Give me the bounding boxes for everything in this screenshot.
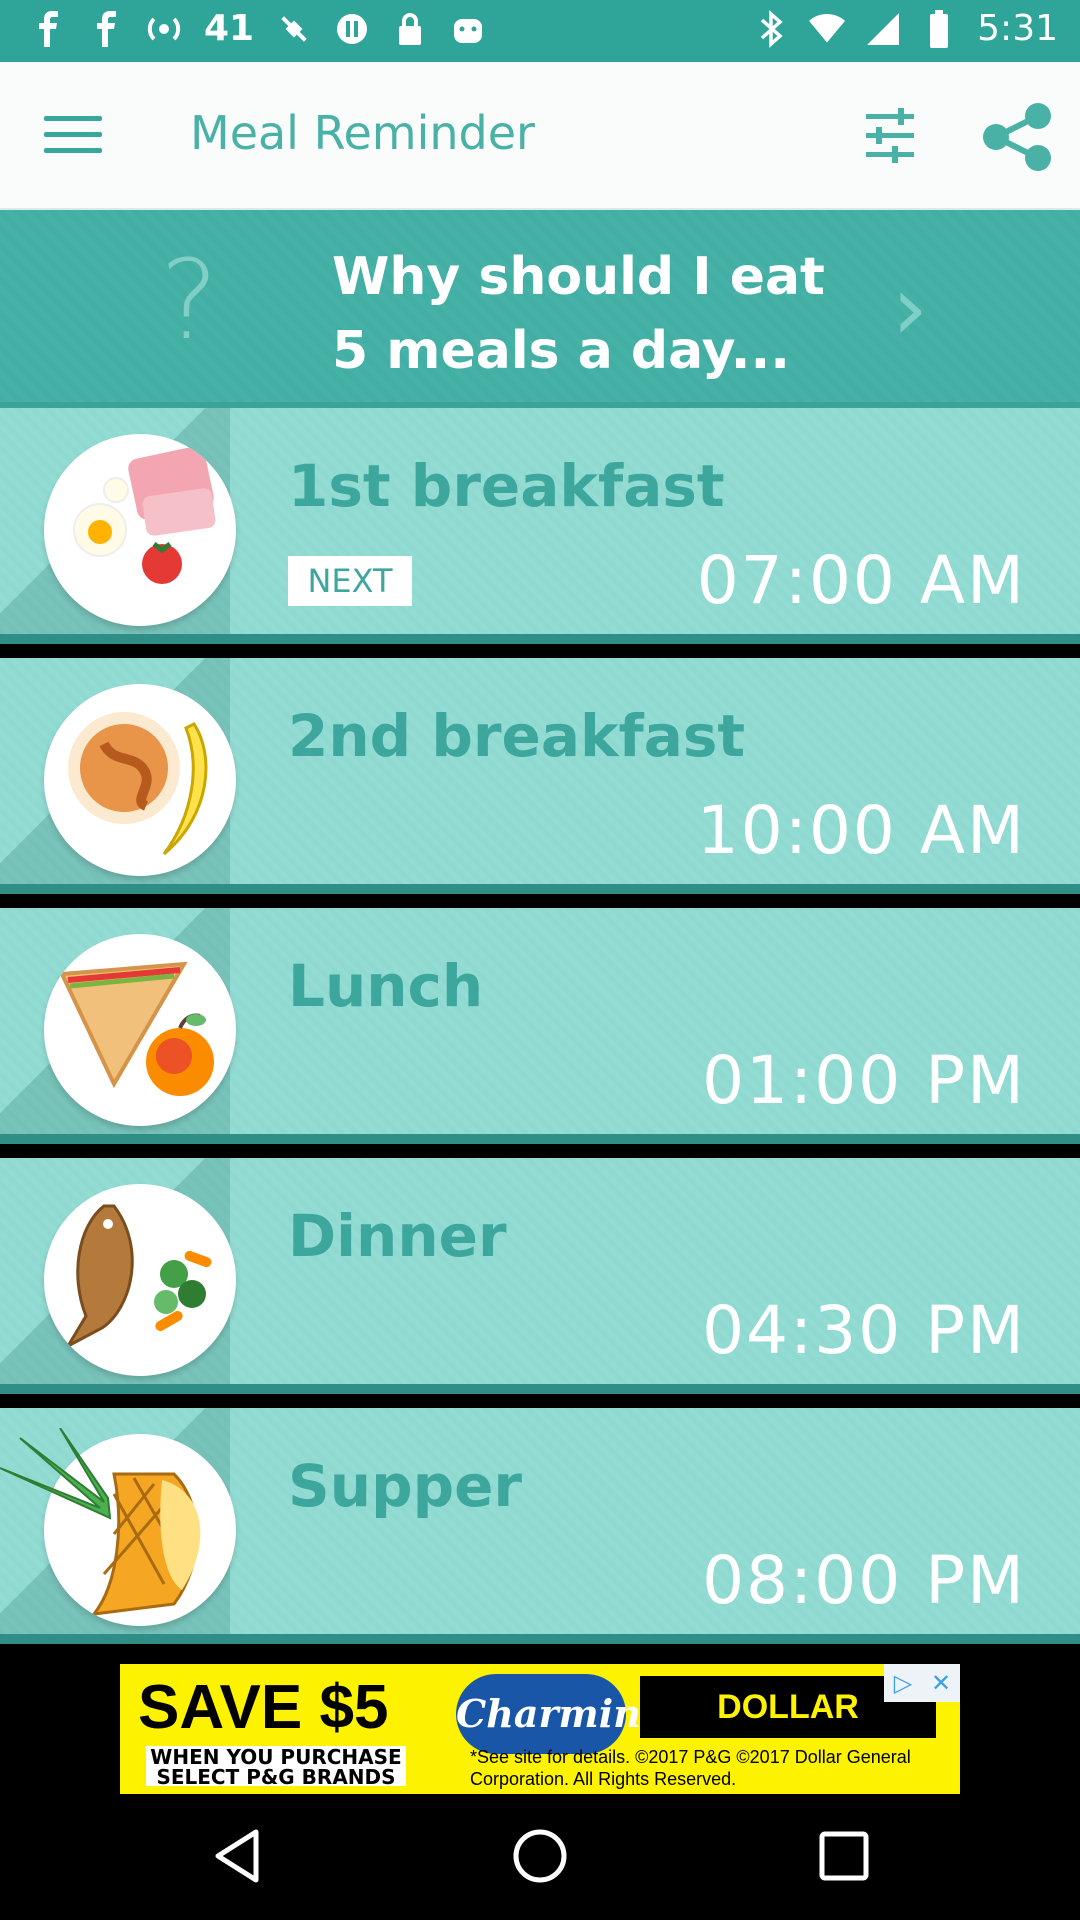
- clock: 5:31: [977, 8, 1058, 49]
- bluetooth-icon: [753, 9, 789, 49]
- chevron-right-icon: ›: [892, 256, 928, 361]
- meal-time[interactable]: 07:00 AM: [697, 542, 1026, 619]
- back-icon[interactable]: [210, 1826, 270, 1886]
- battery-icon: [921, 9, 957, 49]
- meal-time[interactable]: 04:30 PM: [702, 1292, 1026, 1369]
- ad-brand-logo: Charmin: [456, 1674, 641, 1754]
- meal-row-lunch[interactable]: Lunch 01:00 PM: [0, 908, 1080, 1144]
- meal-name: 1st breakfast: [288, 452, 725, 520]
- ad-controls: ▷ ✕: [884, 1664, 960, 1702]
- fish-plate-icon: [44, 1184, 236, 1376]
- ad-fine-print: *See site for details. ©2017 P&G ©2017 D…: [470, 1747, 911, 1789]
- ad-choices-icon[interactable]: ▷: [884, 1664, 922, 1702]
- ad-banner[interactable]: SAVE $5 WHEN YOU PURCHASE SELECT P&G BRA…: [120, 1664, 960, 1794]
- meal-time[interactable]: 10:00 AM: [697, 792, 1026, 869]
- meal-name: Lunch: [288, 952, 484, 1020]
- home-icon[interactable]: [510, 1826, 570, 1886]
- breakfast-plate-icon: [44, 434, 236, 626]
- app-bar: Meal Reminder: [0, 62, 1080, 210]
- meal-time[interactable]: 01:00 PM: [702, 1042, 1026, 1119]
- meal-time[interactable]: 08:00 PM: [702, 1542, 1026, 1619]
- fake-gps-icon: [276, 9, 312, 49]
- meal-row-dinner[interactable]: Dinner 04:30 PM: [0, 1158, 1080, 1394]
- sandwich-plate-icon: [44, 934, 236, 1126]
- meal-row-1st-breakfast[interactable]: 1st breakfast NEXT 07:00 AM: [0, 408, 1080, 644]
- pineapple-leaves-icon: [0, 1428, 112, 1520]
- radio-icon: [146, 9, 182, 49]
- page-title: Meal Reminder: [190, 106, 535, 160]
- menu-icon[interactable]: [44, 116, 102, 156]
- settings-sliders-icon[interactable]: [862, 108, 918, 164]
- next-badge: NEXT: [288, 556, 412, 606]
- recents-icon[interactable]: [814, 1826, 874, 1886]
- system-nav-bar: [0, 1794, 1080, 1920]
- status-bar: 41 5:31: [0, 0, 1080, 62]
- android-icon: [450, 9, 486, 49]
- meal-name: 2nd breakfast: [288, 702, 746, 770]
- ad-headline: SAVE $5: [138, 1673, 389, 1742]
- ad-subline: WHEN YOU PURCHASE SELECT P&G BRANDS: [146, 1746, 406, 1787]
- facebook-icon: [30, 9, 66, 49]
- meal-row-2nd-breakfast[interactable]: 2nd breakfast 10:00 AM: [0, 658, 1080, 894]
- tip-text: Why should I eat 5 meals a day...: [332, 247, 825, 381]
- wifi-icon: [809, 9, 846, 49]
- lock-icon: [392, 9, 428, 49]
- ad-close-icon[interactable]: ✕: [922, 1664, 960, 1702]
- notification-count: 41: [204, 8, 255, 49]
- meal-name: Dinner: [288, 1202, 507, 1270]
- share-icon[interactable]: [982, 102, 1054, 172]
- pancake-plate-icon: [44, 684, 236, 876]
- question-icon: ?: [160, 236, 219, 364]
- facebook-icon: [88, 9, 124, 49]
- meal-name: Supper: [288, 1452, 523, 1520]
- tip-banner[interactable]: ? Why should I eat 5 meals a day... ›: [0, 210, 1080, 408]
- signal-icon: [865, 9, 901, 49]
- pause-icon: [334, 9, 370, 49]
- meal-row-supper[interactable]: Supper 08:00 PM: [0, 1408, 1080, 1644]
